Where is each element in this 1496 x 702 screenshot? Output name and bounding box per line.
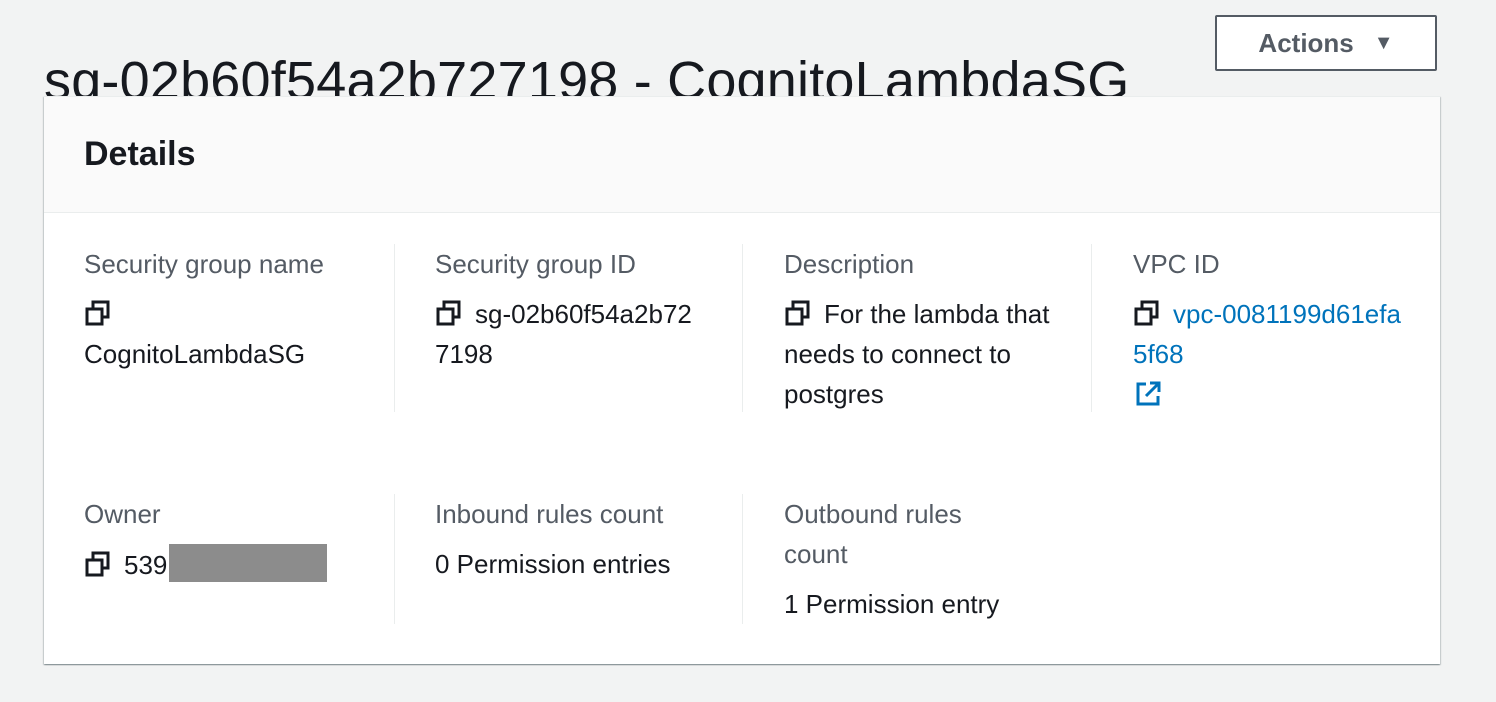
caret-down-icon: ▼: [1373, 31, 1394, 54]
owner-value-wrap: 539: [84, 544, 384, 585]
inbound-rules-field: Inbound rules count 0 Permission entries: [435, 494, 715, 584]
security-group-id-label: Security group ID: [435, 249, 636, 279]
details-header: Details: [44, 97, 1440, 213]
actions-label: Actions: [1258, 27, 1354, 58]
security-group-id-field: Security group ID sg-02b60f54a2b727198: [435, 244, 703, 374]
divider: [394, 494, 395, 624]
owner-label: Owner: [84, 499, 161, 529]
details-panel: Details Security group name CognitoLambd…: [44, 96, 1440, 664]
security-group-name-value: CognitoLambdaSG: [84, 339, 306, 369]
actions-button[interactable]: Actions ▼: [1215, 15, 1437, 71]
divider: [1091, 244, 1092, 412]
security-group-name-field: Security group name CognitoLambdaSG: [84, 244, 384, 374]
description-value: For the lambda that needs to connect to …: [784, 299, 1050, 409]
security-group-id-value: sg-02b60f54a2b727198: [435, 299, 692, 369]
security-group-name-value-wrap: CognitoLambdaSG: [84, 294, 384, 374]
inbound-rules-label: Inbound rules count: [435, 499, 664, 529]
external-link-icon[interactable]: [1133, 379, 1163, 409]
outbound-rules-field: Outbound rules count 1 Permission entry: [784, 494, 1024, 624]
details-title: Details: [84, 135, 196, 173]
vpc-id-value-wrap: vpc-0081199d61efa5f68: [1133, 294, 1413, 414]
outbound-rules-value: 1 Permission entry: [784, 589, 1000, 619]
copy-icon[interactable]: [1133, 299, 1161, 327]
copy-icon[interactable]: [435, 299, 463, 327]
divider: [742, 244, 743, 412]
vpc-id-field: VPC ID vpc-0081199d61efa5f68: [1133, 244, 1413, 414]
description-value-wrap: For the lambda that needs to connect to …: [784, 294, 1059, 414]
owner-value: 539: [124, 550, 168, 580]
inbound-rules-value: 0 Permission entries: [435, 549, 671, 579]
description-label: Description: [784, 249, 915, 279]
copy-icon[interactable]: [784, 299, 812, 327]
divider: [394, 244, 395, 412]
security-group-name-label: Security group name: [84, 249, 324, 279]
copy-icon[interactable]: [84, 550, 112, 578]
divider: [742, 494, 743, 624]
redaction-block: [169, 544, 328, 582]
outbound-rules-label: Outbound rules count: [784, 499, 962, 569]
description-field: Description For the lambda that needs to…: [784, 244, 1059, 414]
vpc-id-label: VPC ID: [1133, 249, 1220, 279]
copy-icon[interactable]: [84, 299, 112, 327]
security-group-id-value-wrap: sg-02b60f54a2b727198: [435, 294, 703, 374]
vpc-id-link[interactable]: vpc-0081199d61efa5f68: [1133, 299, 1401, 369]
owner-field: Owner 539: [84, 494, 384, 585]
